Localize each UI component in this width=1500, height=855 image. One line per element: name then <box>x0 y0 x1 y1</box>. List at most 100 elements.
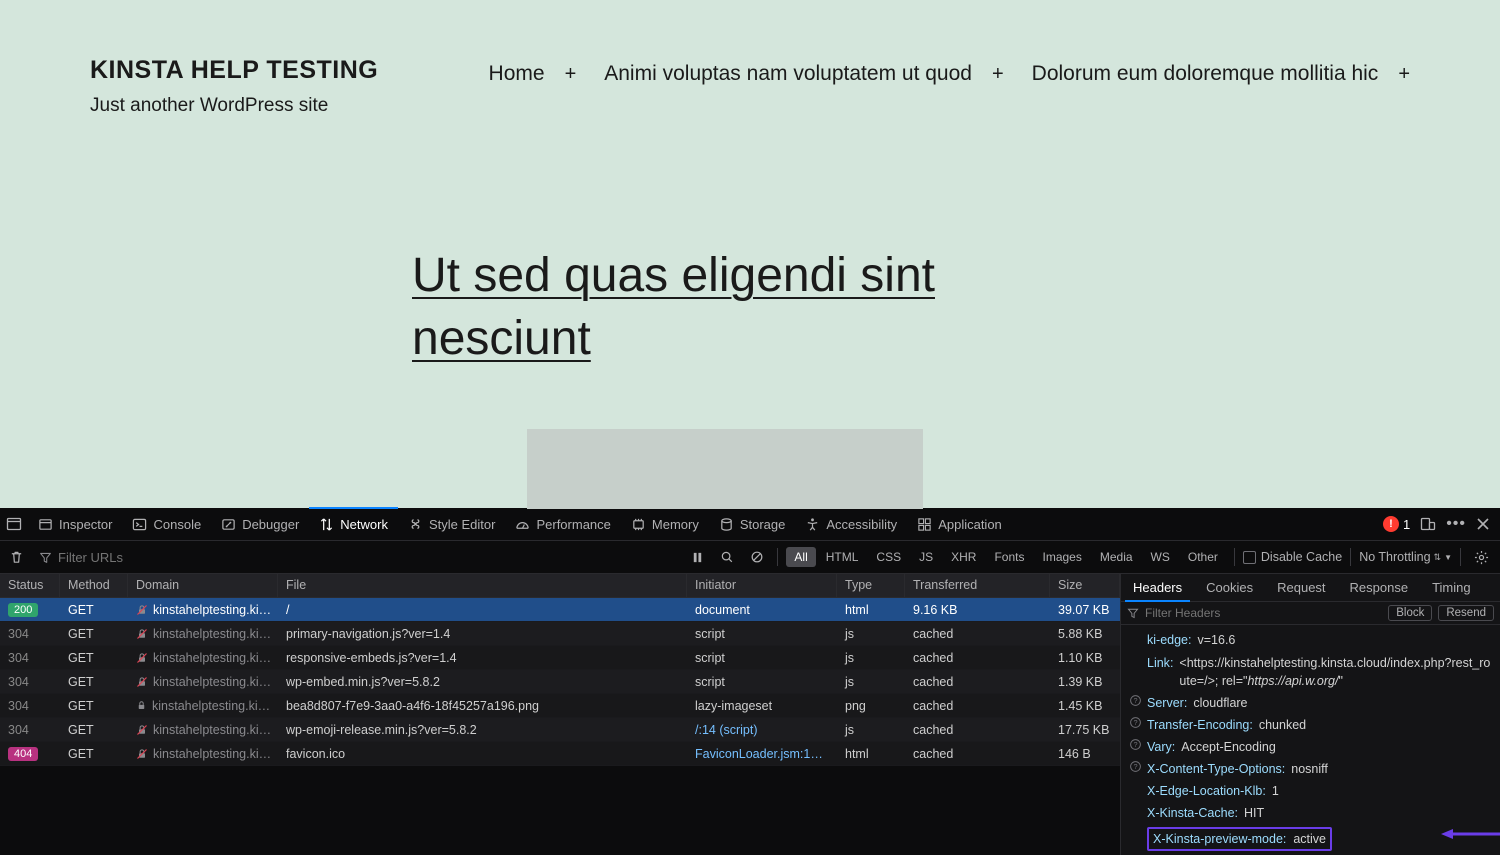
help-icon[interactable]: ? <box>1129 716 1142 729</box>
devtools-tab-style-editor[interactable]: Style Editor <box>398 508 505 541</box>
header-key: X-Edge-Location-Klb <box>1147 782 1266 800</box>
help-icon[interactable]: ? <box>1129 760 1142 773</box>
filter-chip-fonts[interactable]: Fonts <box>986 547 1032 567</box>
close-devtools-icon[interactable] <box>1476 517 1490 531</box>
initiator-cell[interactable]: /:14 (script) <box>687 719 837 741</box>
highlighted-header: X-Kinsta-preview-mode active <box>1147 827 1332 851</box>
checkbox-icon <box>1243 551 1256 564</box>
throttling-select[interactable]: No Throttling ⇅ ▼ <box>1359 550 1452 564</box>
submenu-toggle-icon[interactable]: + <box>1398 63 1410 86</box>
size-cell: 1.10 KB <box>1050 647 1120 669</box>
filter-chip-html[interactable]: HTML <box>818 547 867 567</box>
filter-chip-images[interactable]: Images <box>1034 547 1089 567</box>
help-icon[interactable]: ? <box>1129 738 1142 751</box>
column-header-file[interactable]: File <box>278 574 687 597</box>
request-row[interactable]: 304GETkinstahelptesting.ki…wp-embed.min.… <box>0 670 1120 694</box>
type-cell: js <box>837 647 905 669</box>
resend-button[interactable]: Resend <box>1438 605 1494 621</box>
column-header-method[interactable]: Method <box>60 574 128 597</box>
filter-chip-js[interactable]: JS <box>911 547 941 567</box>
chevron-down-icon: ▼ <box>1444 553 1452 562</box>
devtools-tab-memory[interactable]: Memory <box>621 508 709 541</box>
column-header-initiator[interactable]: Initiator <box>687 574 837 597</box>
accessibility-icon <box>805 517 820 532</box>
block-button[interactable] <box>745 546 769 568</box>
request-row[interactable]: 200GETkinstahelptesting.ki…/documenthtml… <box>0 598 1120 622</box>
kebab-menu-icon[interactable]: ••• <box>1446 515 1466 533</box>
size-cell: 1.45 KB <box>1050 695 1120 717</box>
size-cell: 5.88 KB <box>1050 623 1120 645</box>
filter-urls[interactable] <box>35 548 182 567</box>
search-button[interactable] <box>715 546 739 568</box>
devtools-tab-network[interactable]: Network <box>309 508 398 541</box>
devtools-tab-storage[interactable]: Storage <box>709 508 796 541</box>
devtools-tab-application[interactable]: Application <box>907 508 1012 541</box>
iframe-picker-icon <box>6 516 22 532</box>
domain-cell: kinstahelptesting.ki… <box>128 647 278 669</box>
request-row[interactable]: 304GETkinstahelptesting.ki…bea8d807-f7e9… <box>0 694 1120 718</box>
nav-link-1[interactable]: Animi voluptas nam voluptatem ut quod <box>604 62 972 86</box>
header-key: Server <box>1147 694 1187 712</box>
details-tab-timing[interactable]: Timing <box>1420 574 1483 601</box>
block-button[interactable]: Block <box>1388 605 1432 621</box>
submenu-toggle-icon[interactable]: + <box>992 63 1004 86</box>
insecure-icon <box>136 628 148 640</box>
page-header: KINSTA HELP TESTING Just another WordPre… <box>90 56 1410 117</box>
svg-text:?: ? <box>1133 718 1137 727</box>
column-header-transferred[interactable]: Transferred <box>905 574 1050 597</box>
responsive-mode-icon[interactable] <box>1420 516 1436 532</box>
settings-gear-icon[interactable] <box>1469 546 1494 569</box>
submenu-toggle-icon[interactable]: + <box>565 63 577 86</box>
clear-button[interactable] <box>6 547 27 568</box>
request-row[interactable]: 404GETkinstahelptesting.ki…favicon.icoFa… <box>0 742 1120 766</box>
header-key: Vary <box>1147 738 1175 756</box>
devtools-tab-performance[interactable]: Performance <box>505 508 620 541</box>
file-cell: primary-navigation.js?ver=1.4 <box>278 623 687 645</box>
filter-chip-xhr[interactable]: XHR <box>943 547 984 567</box>
transferred-cell: cached <box>905 719 1050 741</box>
filter-urls-input[interactable] <box>58 550 178 565</box>
request-row[interactable]: 304GETkinstahelptesting.ki…primary-navig… <box>0 622 1120 646</box>
column-header-type[interactable]: Type <box>837 574 905 597</box>
details-tab-response[interactable]: Response <box>1338 574 1421 601</box>
iframe-picker-button[interactable] <box>0 508 28 541</box>
filter-chip-other[interactable]: Other <box>1180 547 1226 567</box>
column-header-size[interactable]: Size <box>1050 574 1120 597</box>
filter-chip-ws[interactable]: WS <box>1143 547 1178 567</box>
request-row[interactable]: 304GETkinstahelptesting.ki…wp-emoji-rele… <box>0 718 1120 742</box>
table-header: StatusMethodDomainFileInitiatorTypeTrans… <box>0 574 1120 598</box>
response-header-row: ki-edge v=16.6 <box>1129 629 1494 651</box>
help-icon[interactable]: ? <box>1129 694 1142 707</box>
file-cell: responsive-embeds.js?ver=1.4 <box>278 647 687 669</box>
headers-filter-input[interactable] <box>1145 606 1382 620</box>
request-row[interactable]: 304GETkinstahelptesting.ki…responsive-em… <box>0 646 1120 670</box>
devtools-tab-inspector[interactable]: Inspector <box>28 508 122 541</box>
pause-button[interactable] <box>686 547 709 568</box>
disable-cache-checkbox[interactable]: Disable Cache <box>1243 550 1342 564</box>
details-tab-request[interactable]: Request <box>1265 574 1337 601</box>
filter-chip-all[interactable]: All <box>786 547 815 567</box>
site-title[interactable]: KINSTA HELP TESTING <box>90 56 378 85</box>
nav-link-0[interactable]: Home <box>489 62 545 86</box>
memory-icon <box>631 517 646 532</box>
error-count-badge[interactable]: ! 1 <box>1383 516 1410 532</box>
column-header-domain[interactable]: Domain <box>128 574 278 597</box>
column-header-status[interactable]: Status <box>0 574 60 597</box>
nav-link-2[interactable]: Dolorum eum doloremque mollitia hic <box>1032 62 1379 86</box>
devtools-tab-console[interactable]: Console <box>122 508 211 541</box>
devtools-tab-accessibility[interactable]: Accessibility <box>795 508 907 541</box>
insecure-icon <box>136 724 148 736</box>
details-tab-headers[interactable]: Headers <box>1121 574 1194 601</box>
post-title-link[interactable]: Ut sed quas eligendi sint nesciunt <box>412 244 1112 371</box>
status-cell: 304 <box>0 695 60 717</box>
type-cell: js <box>837 671 905 693</box>
storage-icon <box>719 517 734 532</box>
devtools-tab-debugger[interactable]: Debugger <box>211 508 309 541</box>
domain-cell: kinstahelptesting.ki… <box>128 695 278 717</box>
filter-chip-css[interactable]: CSS <box>868 547 909 567</box>
initiator-cell[interactable]: FaviconLoader.jsm:191 … <box>687 743 837 765</box>
details-tab-cookies[interactable]: Cookies <box>1194 574 1265 601</box>
filter-chip-media[interactable]: Media <box>1092 547 1141 567</box>
type-cell: js <box>837 719 905 741</box>
lock-icon <box>136 700 147 711</box>
